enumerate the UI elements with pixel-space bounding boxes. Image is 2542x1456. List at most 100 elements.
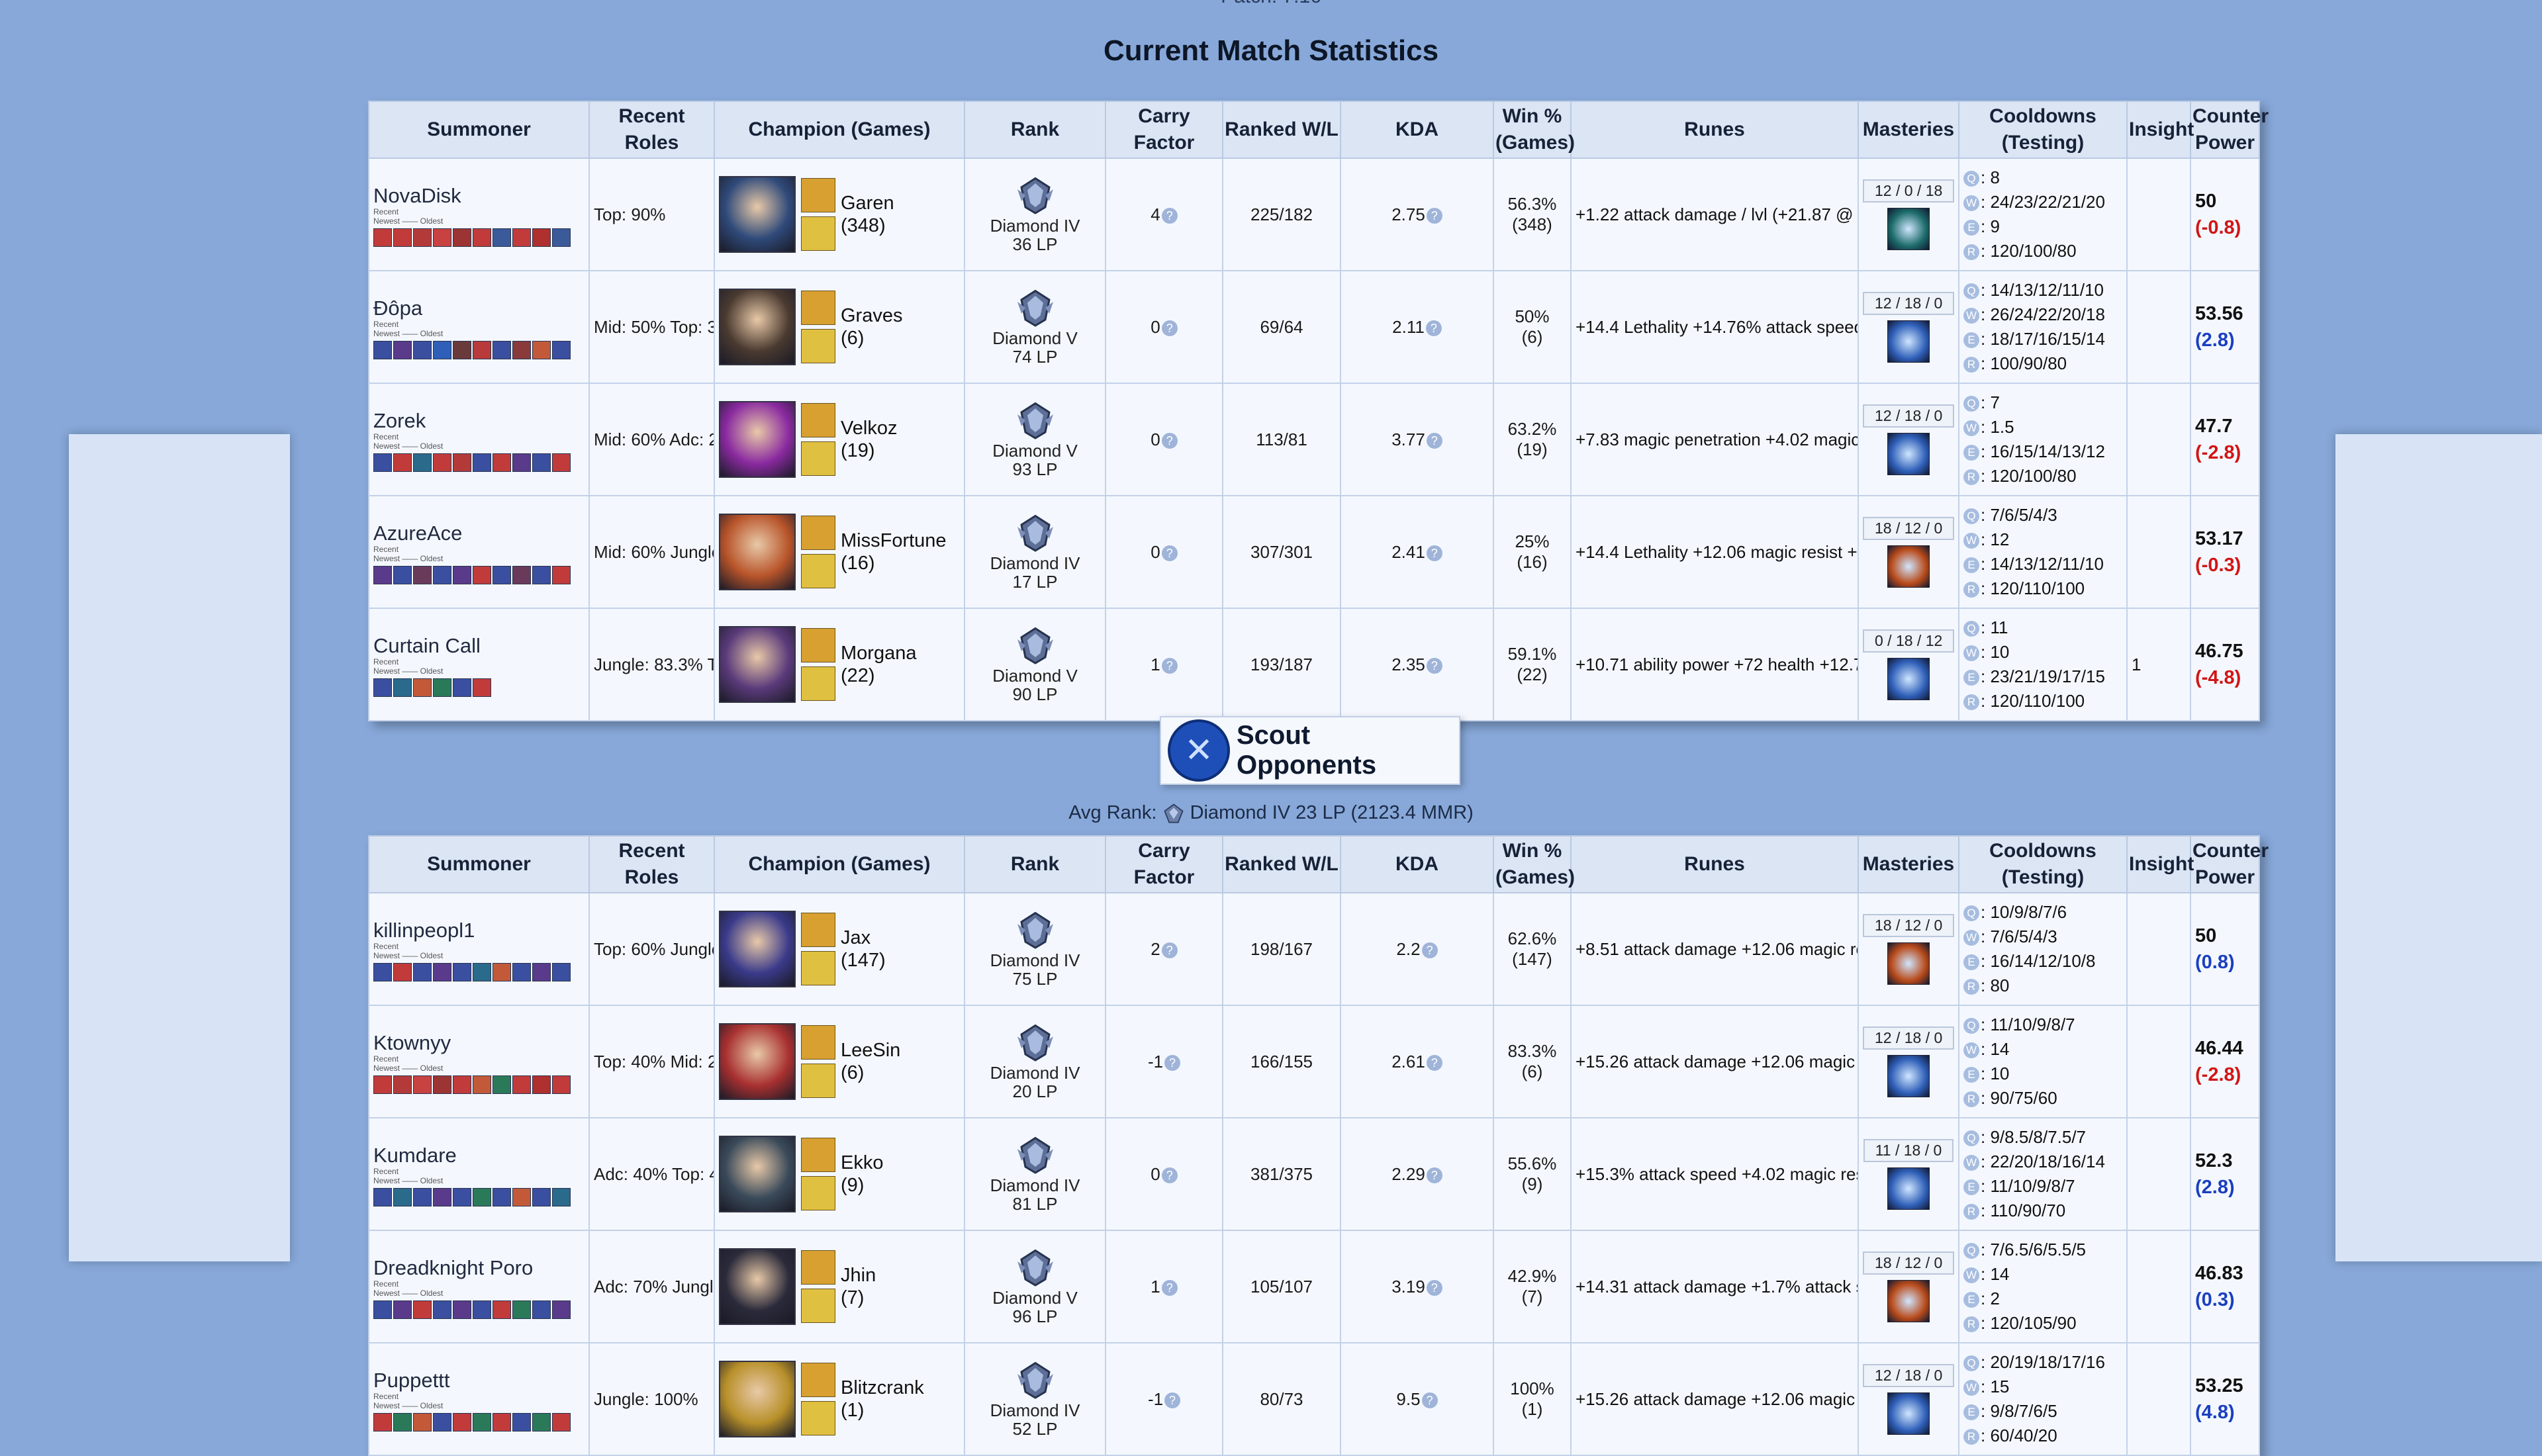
recent-champion-chip[interactable] — [473, 1413, 491, 1432]
header-cooldowns[interactable]: Cooldowns (Testing) — [1958, 101, 2128, 159]
info-icon[interactable]: ? — [1164, 1054, 1181, 1071]
info-icon[interactable]: ? — [1426, 432, 1442, 449]
summoner-name[interactable]: Đôpa — [373, 297, 585, 320]
recent-champion-chip[interactable] — [373, 228, 392, 247]
header-summoner[interactable]: Summoner — [368, 101, 590, 159]
header-kda[interactable]: KDA — [1340, 101, 1494, 159]
recent-champion-chip[interactable] — [552, 1075, 571, 1094]
recent-champion-chip[interactable] — [413, 963, 432, 981]
header-recent-roles[interactable]: Recent Roles — [588, 101, 715, 159]
champion-portrait[interactable] — [719, 1023, 796, 1100]
recent-champion-chip[interactable] — [393, 1413, 412, 1432]
recent-champion-chip[interactable] — [393, 1300, 412, 1319]
recent-champion-chip[interactable] — [532, 566, 551, 584]
recent-champion-chip[interactable] — [373, 566, 392, 584]
recent-champion-chip[interactable] — [433, 678, 451, 697]
header-counter-power[interactable]: Counter Power — [2190, 101, 2269, 159]
info-icon[interactable]: ? — [1426, 1279, 1442, 1296]
summoner-spell-icon[interactable] — [801, 329, 835, 363]
recent-champion-chip[interactable] — [493, 963, 511, 981]
recent-champion-chip[interactable] — [512, 963, 531, 981]
summoner-spell-icon[interactable] — [801, 913, 835, 947]
recent-champion-chip[interactable] — [512, 1300, 531, 1319]
recent-champion-chip[interactable] — [512, 453, 531, 472]
info-icon[interactable]: ? — [1161, 432, 1178, 449]
recent-champion-chip[interactable] — [453, 1300, 471, 1319]
recent-champion-chip[interactable] — [433, 1075, 451, 1094]
header-insight[interactable]: Insight — [2126, 101, 2194, 159]
recent-champion-chip[interactable] — [393, 453, 412, 472]
recent-champion-chip[interactable] — [473, 1188, 491, 1206]
info-icon[interactable]: ? — [1161, 942, 1178, 958]
header-champion[interactable]: Champion (Games) — [714, 101, 965, 159]
recent-champion-chip[interactable] — [493, 453, 511, 472]
recent-champion-chip[interactable] — [493, 228, 511, 247]
summoner-spell-icon[interactable] — [801, 216, 835, 251]
recent-champion-chip[interactable] — [512, 566, 531, 584]
summoner-spell-icon[interactable] — [801, 403, 835, 437]
recent-champion-chip[interactable] — [532, 228, 551, 247]
summoner-spell-icon[interactable] — [801, 1289, 835, 1323]
recent-champion-chip[interactable] — [552, 1413, 571, 1432]
recent-champion-chip[interactable] — [552, 453, 571, 472]
keystone-mastery-icon[interactable] — [1887, 207, 1930, 250]
recent-champion-chip[interactable] — [393, 341, 412, 359]
summoner-spell-icon[interactable] — [801, 1176, 835, 1210]
keystone-mastery-icon[interactable] — [1887, 432, 1930, 475]
champion-portrait[interactable] — [719, 514, 796, 590]
info-icon[interactable]: ? — [1164, 1392, 1181, 1408]
recent-champion-chip[interactable] — [493, 1075, 511, 1094]
recent-champion-chip[interactable] — [552, 228, 571, 247]
recent-champion-chip[interactable] — [393, 678, 412, 697]
summoner-spell-icon[interactable] — [801, 666, 835, 701]
header-counter-power[interactable]: Counter Power — [2190, 835, 2269, 893]
recent-champion-chip[interactable] — [433, 1413, 451, 1432]
recent-champion-chip[interactable] — [493, 566, 511, 584]
recent-champion-chip[interactable] — [532, 1075, 551, 1094]
info-icon[interactable]: ? — [1161, 207, 1178, 224]
summoner-name[interactable]: killinpeopl1 — [373, 919, 585, 942]
recent-champion-chip[interactable] — [433, 1300, 451, 1319]
header-masteries[interactable]: Masteries — [1858, 835, 1959, 893]
recent-champion-chip[interactable] — [512, 1413, 531, 1432]
recent-champion-chip[interactable] — [433, 228, 451, 247]
summoner-spell-icon[interactable] — [801, 1401, 835, 1435]
recent-champion-chip[interactable] — [413, 453, 432, 472]
header-kda[interactable]: KDA — [1340, 835, 1494, 893]
recent-champion-chip[interactable] — [473, 453, 491, 472]
header-champion[interactable]: Champion (Games) — [714, 835, 965, 893]
recent-champion-chip[interactable] — [532, 453, 551, 472]
summoner-name[interactable]: Dreadknight Poro — [373, 1257, 585, 1279]
recent-champion-chip[interactable] — [393, 1188, 412, 1206]
info-icon[interactable]: ? — [1161, 545, 1178, 561]
recent-champion-chip[interactable] — [532, 1300, 551, 1319]
info-icon[interactable]: ? — [1425, 320, 1442, 336]
info-icon[interactable]: ? — [1161, 320, 1178, 336]
recent-champion-chip[interactable] — [552, 1300, 571, 1319]
header-rank[interactable]: Rank — [964, 101, 1106, 159]
recent-champion-chip[interactable] — [453, 1075, 471, 1094]
header-win-rate[interactable]: Win % (Games) — [1493, 101, 1575, 159]
recent-champion-chip[interactable] — [393, 963, 412, 981]
summoner-spell-icon[interactable] — [801, 178, 835, 212]
keystone-mastery-icon[interactable] — [1887, 1392, 1930, 1435]
champion-portrait[interactable] — [719, 1361, 796, 1437]
recent-champion-chip[interactable] — [373, 678, 392, 697]
recent-champion-chip[interactable] — [433, 566, 451, 584]
info-icon[interactable]: ? — [1426, 657, 1442, 674]
info-icon[interactable]: ? — [1421, 1392, 1438, 1408]
summoner-spell-icon[interactable] — [801, 1138, 835, 1172]
recent-champion-chip[interactable] — [413, 1188, 432, 1206]
recent-champion-chip[interactable] — [453, 1413, 471, 1432]
recent-champion-chip[interactable] — [512, 1075, 531, 1094]
summoner-spell-icon[interactable] — [801, 1363, 835, 1397]
recent-champion-chip[interactable] — [413, 1075, 432, 1094]
recent-champion-chip[interactable] — [532, 1188, 551, 1206]
keystone-mastery-icon[interactable] — [1887, 942, 1930, 985]
recent-champion-chip[interactable] — [493, 1413, 511, 1432]
recent-champion-chip[interactable] — [552, 341, 571, 359]
summoner-spell-icon[interactable] — [801, 554, 835, 588]
keystone-mastery-icon[interactable] — [1887, 1054, 1930, 1097]
keystone-mastery-icon[interactable] — [1887, 657, 1930, 700]
recent-champion-chip[interactable] — [373, 963, 392, 981]
